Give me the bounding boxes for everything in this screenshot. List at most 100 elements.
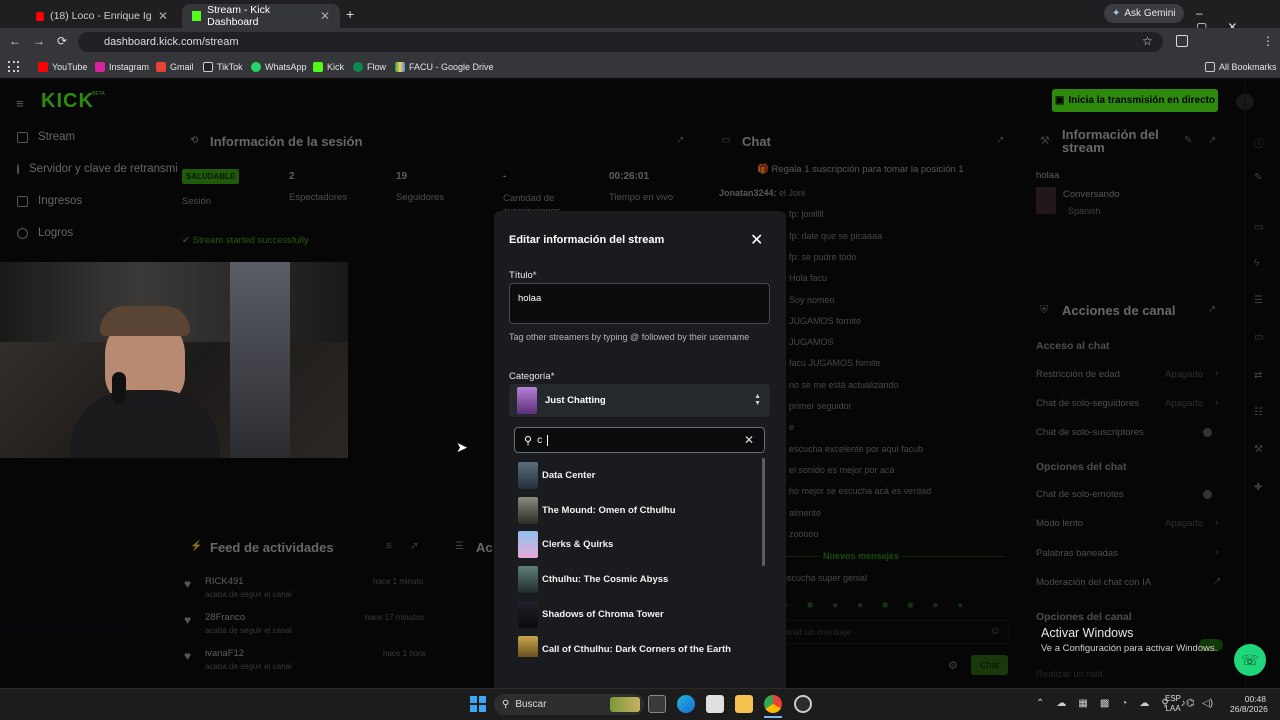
category-result-label: Shadows of Chroma Tower — [542, 608, 664, 620]
search-icon: ⚲ — [502, 699, 510, 710]
task-view-icon[interactable] — [648, 695, 666, 713]
title-input-value: holaa — [518, 293, 542, 304]
just-chatting-thumbnail — [517, 387, 537, 414]
bookmark-label: Gmail — [170, 62, 194, 72]
ask-gemini-button[interactable]: ✦ Ask Gemini — [1104, 4, 1184, 23]
bookmark-gmail[interactable]: Gmail — [156, 60, 194, 74]
category-label: Categoría* — [509, 371, 555, 382]
file-explorer-icon[interactable] — [735, 695, 753, 713]
taskbar-search-label: Buscar — [515, 699, 547, 710]
category-result-label: Cthulhu: The Cosmic Abyss — [542, 573, 669, 585]
category-select-value: Just Chatting — [545, 395, 606, 406]
support-chat-icon[interactable]: ☏ — [1234, 644, 1266, 676]
youtube-icon — [36, 11, 45, 21]
windows-start-icon[interactable] — [470, 696, 486, 712]
tiktok-icon — [203, 62, 213, 72]
nav-buttons[interactable]: ←→⟳ — [9, 34, 79, 48]
url-text: dashboard.kick.com/stream — [104, 36, 239, 48]
bookmark-flow[interactable]: Flow — [353, 60, 386, 74]
lang-secondary: LAA — [1165, 704, 1181, 713]
category-result[interactable]: Call of Cthulhu: Dark Corners of the Ear… — [518, 635, 731, 657]
bookmark-youtube[interactable]: YouTube — [38, 60, 87, 74]
menu-icon[interactable]: ⋮ — [1262, 34, 1274, 48]
active-app-indicator — [764, 716, 782, 718]
bookmark-label: TikTok — [217, 62, 243, 72]
kick-icon — [313, 62, 323, 72]
language-indicator[interactable]: ESP LAA — [1165, 694, 1181, 714]
bookmark-label: Kick — [327, 62, 345, 72]
clerks-quirks-thumbnail — [518, 530, 538, 558]
new-tab-button[interactable]: + — [346, 6, 354, 22]
volume-icon[interactable]: ◁) — [1202, 698, 1213, 709]
google-drive-icon — [395, 62, 405, 72]
search-highlight-image — [610, 697, 640, 712]
extensions-icon[interactable] — [1176, 35, 1188, 47]
close-tab-icon[interactable]: ✕ — [158, 9, 168, 23]
modal-title: Editar información del stream — [509, 234, 665, 246]
category-result[interactable]: The Mound: Omen of Cthulhu — [518, 496, 676, 524]
ask-gemini-label: Ask Gemini — [1124, 8, 1176, 19]
clock-time: 00:48 — [1244, 694, 1266, 704]
bookmark-whatsapp[interactable]: WhatsApp — [251, 60, 307, 74]
category-result[interactable]: Clerks & Quirks — [518, 530, 613, 558]
text-cursor — [547, 434, 549, 446]
call-of-cthulhu-thumbnail — [518, 635, 538, 657]
close-tab-icon[interactable]: ✕ — [320, 9, 330, 23]
obs-icon[interactable] — [794, 695, 812, 713]
activate-windows-subtitle: Ve a Configuración para activar Windows. — [1041, 643, 1218, 654]
chrome-icon[interactable] — [764, 695, 782, 713]
all-bookmarks[interactable]: All Bookmarks — [1205, 60, 1277, 74]
bookmark-label: WhatsApp — [265, 62, 307, 72]
store-icon[interactable] — [706, 695, 724, 713]
clear-search-icon[interactable]: ✕ — [744, 433, 754, 447]
data-center-thumbnail — [518, 461, 538, 489]
tab-label: (18) Loco - Enrique Iglesias Ft R — [50, 10, 152, 22]
gmail-icon — [156, 62, 166, 72]
tab-label: Stream - Kick Dashboard — [207, 4, 271, 28]
lang-primary: ESP — [1165, 694, 1182, 703]
clock-date: 26/8/2026 — [1230, 704, 1268, 714]
results-scrollbar[interactable] — [762, 458, 765, 566]
tab-kick-dashboard[interactable]: Stream - Kick Dashboard ✕ — [182, 4, 340, 28]
select-arrows-icon: ▲ ▼ — [754, 393, 761, 407]
category-result-label: Call of Cthulhu: Dark Corners of the Ear… — [542, 643, 731, 655]
url-input[interactable]: dashboard.kick.com/stream — [78, 32, 1163, 52]
bookmark-google-drive[interactable]: FACU - Google Drive — [395, 60, 494, 74]
taskbar-search-box[interactable]: ⚲ Buscar — [494, 694, 644, 715]
category-search-input[interactable]: ⚲ c ✕ — [514, 427, 765, 453]
apps-icon[interactable] — [8, 61, 19, 72]
close-icon[interactable]: ✕ — [750, 230, 763, 250]
category-result[interactable]: Data Center — [518, 461, 595, 489]
shadows-of-chroma-tower-thumbnail — [518, 600, 538, 628]
category-search-value: c — [537, 434, 543, 446]
bookmark-label: All Bookmarks — [1219, 62, 1277, 72]
category-select[interactable]: Just Chatting ▲ ▼ — [509, 384, 770, 417]
whatsapp-icon — [251, 62, 261, 72]
flow-icon — [353, 62, 363, 72]
bookmark-star-icon[interactable]: ☆ — [1142, 34, 1153, 48]
instagram-icon — [95, 62, 105, 72]
title-input[interactable]: holaa — [509, 283, 770, 324]
category-result[interactable]: Shadows of Chroma Tower — [518, 600, 664, 628]
clock[interactable]: 00:48 26/8/2026 — [1230, 694, 1268, 714]
gemini-icon: ✦ — [1112, 8, 1121, 19]
network-icon[interactable]: ⌬ — [1186, 698, 1195, 709]
category-result-label: Clerks & Quirks — [542, 538, 614, 550]
bookmark-label: YouTube — [52, 62, 88, 72]
activate-windows-title: Activar Windows — [1041, 626, 1134, 640]
tab-youtube[interactable]: (18) Loco - Enrique Iglesias Ft R ✕ — [26, 4, 178, 28]
bookmark-tiktok[interactable]: TikTok — [203, 60, 243, 74]
bookmark-kick[interactable]: Kick — [313, 60, 344, 74]
cthulhu-cosmic-abyss-thumbnail — [518, 565, 538, 593]
category-result-label: Data Center — [542, 469, 596, 481]
category-results-list: Data Center The Mound: Omen of Cthulhu C… — [509, 455, 770, 657]
bookmark-label: FACU - Google Drive — [409, 62, 494, 72]
title-label: Título* — [509, 270, 537, 281]
edge-icon[interactable] — [677, 695, 695, 713]
search-icon: ⚲ — [524, 434, 533, 447]
kick-icon — [192, 11, 202, 21]
bookmark-instagram[interactable]: Instagram — [95, 60, 149, 74]
category-result[interactable]: Cthulhu: The Cosmic Abyss — [518, 565, 668, 593]
folder-icon — [1205, 62, 1215, 72]
mouse-cursor-icon: ➤ — [456, 439, 468, 455]
